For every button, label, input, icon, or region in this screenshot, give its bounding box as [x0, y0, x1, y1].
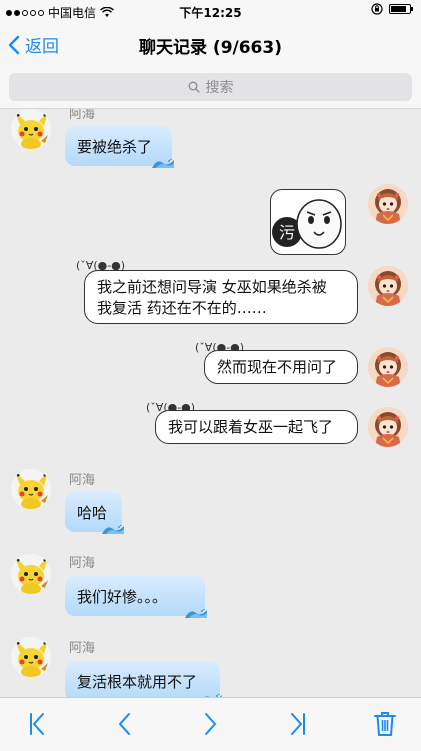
message-bubble[interactable]: 我之前还想问导演 女巫如果绝杀被 我复活 药还在不在的……: [84, 270, 358, 324]
sender-name: 阿海: [69, 641, 96, 656]
sender-name: 阿海: [69, 109, 96, 122]
bottom-toolbar: [0, 697, 421, 751]
message-text: 复活根本就用不了: [77, 672, 198, 691]
wave-decoration-icon: [102, 524, 124, 534]
sticker-image[interactable]: 污: [270, 189, 346, 255]
battery-icon: [389, 4, 413, 14]
sender-name: 阿海: [69, 556, 96, 571]
search-icon: [188, 81, 200, 93]
pikachu-avatar-icon[interactable]: [11, 554, 51, 594]
message-line: 然而现在不用问了: [217, 358, 338, 376]
message-bubble[interactable]: 然而现在不用问了: [204, 350, 358, 384]
orientation-lock-icon: [371, 3, 383, 15]
message-line: 我可以跟着女巫一起飞了: [168, 418, 334, 436]
message-line: 我之前还想问导演 女巫如果绝杀被: [97, 278, 327, 296]
message-text: 我们好惨。。。: [77, 587, 168, 606]
first-page-icon: [30, 713, 44, 735]
message-bubble[interactable]: 要被绝杀了: [65, 126, 172, 166]
girl-avatar-icon[interactable]: [368, 347, 408, 387]
status-bar: 中国电信 下午12:25: [0, 0, 421, 22]
message-text: 哈哈: [77, 503, 108, 522]
girl-avatar-icon[interactable]: [368, 184, 408, 224]
status-right: [371, 3, 413, 15]
wave-decoration-icon: [185, 608, 207, 618]
pikachu-avatar-icon[interactable]: [11, 109, 51, 149]
page-title: 聊天记录 (9/663): [139, 38, 282, 58]
message-bubble[interactable]: 我可以跟着女巫一起飞了: [155, 410, 358, 444]
delete-button[interactable]: [370, 710, 400, 738]
sticker-text: 污: [279, 223, 295, 242]
message-text: 要被绝杀了: [77, 137, 153, 156]
search-input[interactable]: 搜索: [9, 73, 412, 101]
status-time: 下午12:25: [179, 6, 242, 20]
message-bubble[interactable]: 复活根本就用不了: [65, 661, 220, 697]
sticker-face-icon: 污: [272, 199, 342, 249]
pikachu-avatar-icon[interactable]: [11, 637, 51, 677]
girl-avatar-icon[interactable]: [368, 266, 408, 306]
prev-page-button[interactable]: [109, 710, 139, 738]
pikachu-avatar-icon[interactable]: [11, 469, 51, 509]
girl-avatar-icon[interactable]: [368, 407, 408, 447]
trash-icon: [374, 712, 396, 736]
last-page-icon: [291, 713, 305, 735]
search-area: 搜索: [0, 66, 421, 109]
next-page-icon: [205, 713, 216, 735]
last-page-button[interactable]: [283, 710, 313, 738]
message-bubble[interactable]: 哈哈: [65, 492, 122, 532]
message-line: 我复活 药还在不在的……: [97, 299, 267, 317]
search-placeholder: 搜索: [205, 80, 234, 96]
sender-name: 阿海: [69, 473, 96, 488]
chat-history[interactable]: 阿海 要被绝杀了 污 (ˇ∀(●-●) 我之前还想问导演 女巫如果绝杀被 我复活…: [0, 109, 421, 697]
next-page-button[interactable]: [196, 710, 226, 738]
prev-page-icon: [119, 713, 130, 735]
first-page-button[interactable]: [22, 710, 52, 738]
navigation-bar: 返回 聊天记录 (9/663): [0, 22, 421, 66]
wave-decoration-icon: [152, 158, 174, 168]
message-bubble[interactable]: 我们好惨。。。: [65, 576, 205, 616]
